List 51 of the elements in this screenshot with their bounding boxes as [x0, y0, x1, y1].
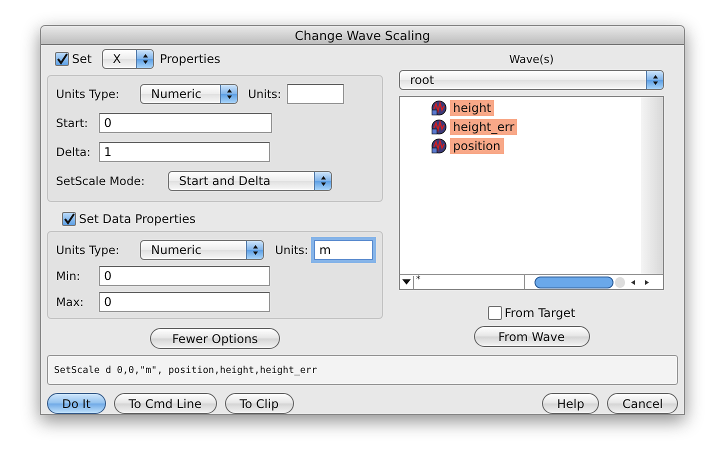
from-wave-button[interactable]: From Wave — [474, 326, 590, 347]
stepper-arrows-icon — [320, 175, 327, 187]
axis-dropdown[interactable]: X — [102, 49, 154, 69]
filter-menu-icon[interactable] — [400, 276, 414, 288]
stepper-arrows-icon — [652, 74, 659, 86]
command-field[interactable]: SetScale d 0,0,"m", position,height,height_err — [47, 355, 678, 385]
checkbox[interactable] — [62, 212, 76, 226]
start-field[interactable]: 0 — [99, 113, 272, 133]
window-title: Change Wave Scaling — [41, 26, 684, 45]
field-label: Units: — [248, 87, 282, 101]
field-label: Units: — [275, 243, 308, 257]
wave-item[interactable]: position — [450, 138, 504, 154]
field-label: Wave(s) — [509, 53, 554, 66]
min-field[interactable]: 0 — [99, 266, 270, 286]
field-label: Properties — [160, 52, 220, 66]
setscale-mode-dropdown[interactable]: Start and Delta — [168, 171, 332, 191]
wave-item[interactable]: height — [450, 100, 494, 116]
filter-field[interactable]: * — [414, 275, 525, 289]
field-label: SetScale Mode: — [56, 174, 146, 188]
field-label: From Target — [504, 306, 576, 320]
units-field[interactable]: m — [314, 240, 374, 260]
dialog-button[interactable]: Cancel — [607, 393, 678, 414]
wave-icon — [431, 138, 447, 154]
field-label: Max: — [56, 295, 85, 309]
dialog-button[interactable]: Do It — [47, 393, 106, 414]
wave-item[interactable]: height_err — [450, 119, 518, 135]
checkbox[interactable] — [55, 52, 69, 66]
field-label: Start: — [56, 116, 89, 130]
delta-field[interactable]: 1 — [99, 142, 270, 162]
stepper-arrows-icon — [252, 244, 259, 256]
field-label: Min: — [56, 269, 82, 283]
stepper-arrows-icon — [142, 53, 149, 65]
units-type-dropdown[interactable]: Numeric — [140, 84, 238, 104]
dialog-button[interactable]: Help — [542, 393, 600, 414]
field-label: Units Type: — [56, 243, 120, 257]
wave-icon — [431, 119, 447, 135]
units-field[interactable] — [287, 84, 344, 104]
dialog-button[interactable]: To Cmd Line — [114, 393, 217, 414]
fewer-options-button[interactable]: Fewer Options — [150, 328, 280, 349]
field-label: Set — [72, 52, 92, 66]
field-label: Units Type: — [56, 87, 120, 101]
vertical-scrollbar[interactable] — [641, 97, 663, 274]
max-field[interactable]: 0 — [99, 292, 270, 312]
dialog-button[interactable]: To Clip — [224, 393, 294, 414]
units-type-dropdown[interactable]: Numeric — [140, 240, 264, 260]
field-label: Delta: — [56, 145, 92, 159]
field-label: Set Data Properties — [79, 212, 196, 226]
folder-dropdown[interactable]: root — [399, 70, 664, 90]
stepper-arrows-icon — [226, 88, 233, 100]
checkbox[interactable] — [488, 306, 502, 320]
wave-icon — [431, 100, 447, 116]
